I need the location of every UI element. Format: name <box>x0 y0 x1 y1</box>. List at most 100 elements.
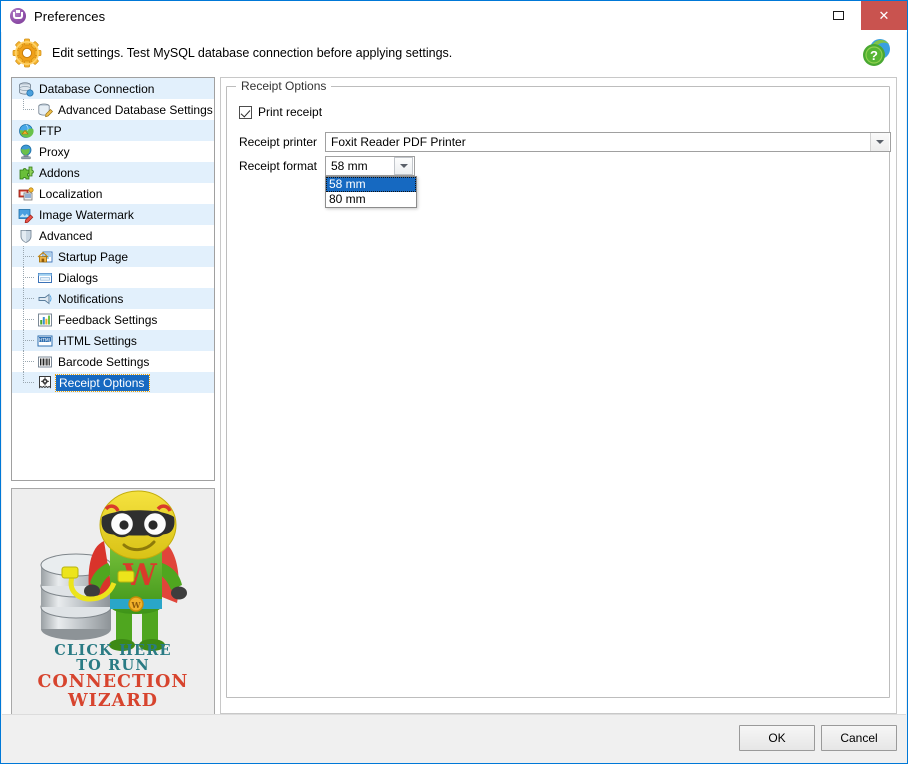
receipt-format-label: Receipt format <box>238 159 317 173</box>
dialog-icon <box>37 270 53 286</box>
html-icon: HTML <box>37 333 53 349</box>
sidebar-item-proxy[interactable]: Proxy <box>12 141 214 162</box>
proxy-globe-icon <box>18 144 34 160</box>
sidebar-item-image-watermark[interactable]: Image Watermark <box>12 204 214 225</box>
sidebar-item-barcode-settings[interactable]: Barcode Settings <box>12 351 214 372</box>
close-icon: ✕ <box>878 8 890 23</box>
sidebar-item-feedback-settings[interactable]: Feedback Settings <box>12 309 214 330</box>
sidebar-item-advanced-database-settings[interactable]: Advanced Database Settings <box>12 99 214 120</box>
dialog-body: Database Connection Advanced Database Se… <box>2 75 906 716</box>
receipt-format-row: Receipt format 58 mm <box>227 156 415 176</box>
ftp-globe-icon <box>18 123 34 139</box>
sidebar-item-label: Image Watermark <box>39 207 134 222</box>
maximize-button[interactable] <box>815 1 861 30</box>
dropdown-option[interactable]: 80 mm <box>326 192 416 207</box>
chevron-down-icon[interactable] <box>870 133 889 151</box>
banner-line-1: CLICK HERE <box>54 642 172 659</box>
database-icon <box>18 81 34 97</box>
sidebar-item-label: HTML Settings <box>58 333 137 348</box>
addons-puzzle-icon <box>18 165 34 181</box>
sidebar-item-label: Advanced Database Settings <box>58 102 213 117</box>
sidebar-item-label: Database Connection <box>39 81 155 96</box>
database-edit-icon <box>37 102 53 118</box>
receipt-format-dropdown-list[interactable]: 58 mm 80 mm <box>325 176 417 208</box>
print-receipt-checkbox[interactable] <box>239 105 252 119</box>
connection-wizard-banner[interactable]: W W CLICK HERE TO RUN CONNECTION WIZARD <box>11 488 215 716</box>
tree-indent <box>12 288 37 309</box>
settings-tree[interactable]: Database Connection Advanced Database Se… <box>11 77 215 481</box>
tree-indent <box>12 246 37 267</box>
svg-text:?: ? <box>870 48 878 63</box>
sidebar-item-label: Addons <box>39 165 80 180</box>
sidebar-item-label: Startup Page <box>58 249 129 264</box>
receipt-printer-row: Receipt printer Foxit Reader PDF Printer <box>227 132 891 152</box>
sidebar-item-label: Barcode Settings <box>58 354 150 369</box>
tree-indent <box>12 351 37 372</box>
sidebar-item-localization[interactable]: Localization <box>12 183 214 204</box>
help-globe-icon[interactable]: ? <box>860 36 894 70</box>
receipt-printer-label: Receipt printer <box>238 135 317 149</box>
maximize-icon <box>832 11 844 20</box>
barcode-icon <box>37 354 53 370</box>
sidebar-item-advanced[interactable]: Advanced <box>12 225 214 246</box>
sidebar-item-label: Dialogs <box>58 270 99 285</box>
dropdown-option[interactable]: 58 mm <box>326 177 416 192</box>
sidebar-item-receipt-options[interactable]: Receipt Options <box>12 372 214 393</box>
dialog-footer: OK Cancel <box>2 714 906 762</box>
tree-indent <box>12 309 37 330</box>
sidebar-item-notifications[interactable]: Notifications <box>12 288 214 309</box>
banner-line-4: WIZARD <box>68 690 158 711</box>
database-superhero-mascot: W W <box>12 489 214 654</box>
receipt-printer-combo[interactable]: Foxit Reader PDF Printer <box>325 132 891 152</box>
ok-button[interactable]: OK <box>739 725 815 751</box>
sidebar-item-label: Notifications <box>58 291 124 306</box>
banner-line-2: TO RUN <box>76 657 150 675</box>
tree-indent <box>12 267 37 288</box>
chart-icon <box>37 312 53 328</box>
receipt-printer-value: Foxit Reader PDF Printer <box>331 135 466 149</box>
window-title: Preferences <box>34 8 106 24</box>
notification-icon <box>37 291 53 307</box>
chevron-down-icon[interactable] <box>394 157 413 175</box>
group-title: Receipt Options <box>236 79 332 93</box>
localization-icon <box>18 186 34 202</box>
title-bar: Preferences ✕ <box>1 1 907 32</box>
sidebar-item-label: Feedback Settings <box>58 312 158 327</box>
home-page-icon <box>37 249 53 265</box>
cancel-button[interactable]: Cancel <box>821 725 897 751</box>
tree-indent <box>12 99 37 120</box>
sidebar-item-label: Receipt Options <box>54 373 151 392</box>
settings-detail-panel: Receipt Options Print receipt Receipt pr… <box>220 77 897 714</box>
close-button[interactable]: ✕ <box>861 1 907 30</box>
sidebar-item-dialogs[interactable]: Dialogs <box>12 267 214 288</box>
sidebar-item-database-connection[interactable]: Database Connection <box>12 78 214 99</box>
sidebar-item-ftp[interactable]: FTP <box>12 120 214 141</box>
header-bar: Edit settings. Test MySQL database conne… <box>2 31 906 75</box>
print-receipt-row[interactable]: Print receipt <box>239 105 322 119</box>
sidebar-item-label: Localization <box>39 186 103 201</box>
banner-caption: CLICK HERE TO RUN CONNECTION WIZARD <box>12 643 214 710</box>
receipt-format-value: 58 mm <box>331 159 368 173</box>
receipt-icon <box>37 375 53 391</box>
receipt-options-group: Receipt Options Print receipt Receipt pr… <box>226 79 891 698</box>
print-receipt-label: Print receipt <box>258 105 323 119</box>
preferences-window: Preferences ✕ Edit settings. Test MySQL … <box>0 0 908 764</box>
sidebar-item-label: FTP <box>39 123 62 138</box>
sidebar-item-startup-page[interactable]: Startup Page <box>12 246 214 267</box>
header-description: Edit settings. Test MySQL database conne… <box>52 46 453 60</box>
banner-line-3: CONNECTION <box>37 672 189 693</box>
tree-indent <box>12 372 37 393</box>
tree-indent <box>12 330 37 351</box>
gear-icon <box>12 38 42 68</box>
svg-text:HTML: HTML <box>39 337 52 343</box>
sidebar-item-label: Proxy <box>39 144 70 159</box>
watermark-icon <box>18 207 34 223</box>
sidebar-item-html-settings[interactable]: HTML HTML Settings <box>12 330 214 351</box>
receipt-format-combo[interactable]: 58 mm <box>325 156 415 176</box>
sidebar-item-addons[interactable]: Addons <box>12 162 214 183</box>
shield-icon <box>18 228 34 244</box>
window-controls: ✕ <box>815 1 907 31</box>
sidebar-item-label: Advanced <box>39 228 93 243</box>
svg-text:W: W <box>131 600 142 610</box>
app-logo-icon <box>10 8 26 24</box>
